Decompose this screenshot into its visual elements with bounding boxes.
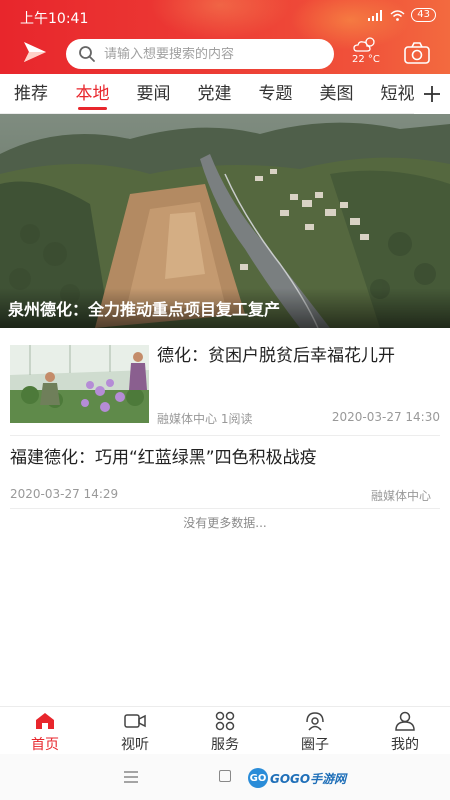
- bottom-navigation: 首页 视听 服务 圈子 我的: [0, 706, 450, 754]
- home-icon: [36, 713, 54, 729]
- tab-short-video[interactable]: 短视: [367, 74, 415, 114]
- nav-services[interactable]: 服务: [180, 707, 270, 754]
- hero-banner[interactable]: 泉州德化：全力推动重点项目复工复产: [0, 114, 450, 328]
- watermark: GO GOGO手游网: [248, 767, 346, 789]
- weather-temperature: 22 °C: [352, 54, 380, 65]
- tab-headlines[interactable]: 要闻: [123, 74, 184, 114]
- news-title[interactable]: 德化：贫困户脱贫后幸福花儿开: [157, 343, 441, 369]
- tab-local[interactable]: 本地: [62, 74, 123, 114]
- menu-icon[interactable]: [124, 771, 138, 783]
- weather-widget[interactable]: 22 °C: [348, 36, 384, 68]
- status-time: 上午10:41: [20, 11, 89, 27]
- news-meta: 融媒体中心 1阅读: [157, 410, 252, 427]
- news-item[interactable]: 德化：贫困户脱贫后幸福花儿开 融媒体中心 1阅读 2020-03-27 14:3…: [0, 338, 450, 434]
- category-tabs: 推荐 本地 要闻 党建 专题 美图 短视: [0, 74, 450, 114]
- nav-home[interactable]: 首页: [0, 707, 90, 754]
- hero-caption: 泉州德化：全力推动重点项目复工复产: [8, 300, 281, 319]
- watermark-logo: GO: [248, 768, 268, 788]
- nav-community[interactable]: 圈子: [270, 707, 360, 754]
- camera-icon[interactable]: [403, 41, 431, 65]
- battery-indicator: 43: [411, 8, 436, 22]
- status-icons: 43: [368, 8, 436, 22]
- nav-label: 圈子: [301, 737, 329, 753]
- video-icon: [124, 714, 146, 728]
- nav-profile[interactable]: 我的: [360, 707, 450, 754]
- list-end-text: 没有更多数据...: [183, 516, 267, 530]
- nav-label: 我的: [391, 737, 419, 753]
- nav-label: 首页: [31, 737, 59, 753]
- nav-label: 服务: [211, 737, 239, 753]
- news-date: 2020-03-27 14:29: [10, 487, 119, 501]
- search-icon: [79, 46, 95, 62]
- news-source: 融媒体中心: [157, 412, 218, 426]
- tab-party-building[interactable]: 党建: [184, 74, 245, 114]
- community-icon: [306, 712, 324, 731]
- news-read-count: 1阅读: [220, 412, 253, 426]
- news-thumbnail: [10, 345, 149, 423]
- divider: [10, 508, 440, 509]
- header-decoration: [150, 0, 290, 40]
- home-button[interactable]: [219, 770, 231, 782]
- person-icon: [395, 711, 415, 731]
- tab-list: 推荐 本地 要闻 党建 专题 美图 短视: [0, 74, 414, 114]
- nav-label: 视听: [121, 737, 149, 753]
- hero-caption-overlay: 泉州德化：全力推动重点项目复工复产: [0, 288, 450, 328]
- app-logo-icon[interactable]: [22, 40, 48, 64]
- tab-special-topics[interactable]: 专题: [245, 74, 306, 114]
- signal-icon: [368, 9, 383, 21]
- add-tab-button[interactable]: [414, 74, 450, 114]
- watermark-text: GOGO手游网: [270, 771, 347, 786]
- grid-icon: [215, 711, 235, 731]
- app-header: 上午10:41 43 22 °C: [0, 0, 450, 74]
- search-input[interactable]: [104, 46, 324, 62]
- wifi-icon: [390, 9, 405, 21]
- news-title[interactable]: 福建德化：巧用“红蓝绿黑”四色积极战疫: [10, 443, 317, 468]
- tab-photos[interactable]: 美图: [306, 74, 367, 114]
- news-date: 2020-03-27 14:30: [331, 410, 440, 424]
- thumbnail-image: [10, 345, 149, 423]
- nav-video[interactable]: 视听: [90, 707, 180, 754]
- partly-cloudy-icon: [353, 37, 375, 52]
- search-bar[interactable]: [66, 39, 334, 69]
- tab-recommend[interactable]: 推荐: [0, 74, 62, 114]
- system-navigation-bar: GO GOGO手游网: [0, 754, 450, 800]
- plus-icon: [424, 86, 440, 102]
- divider: [10, 435, 440, 436]
- news-source: 融媒体中心: [370, 489, 431, 503]
